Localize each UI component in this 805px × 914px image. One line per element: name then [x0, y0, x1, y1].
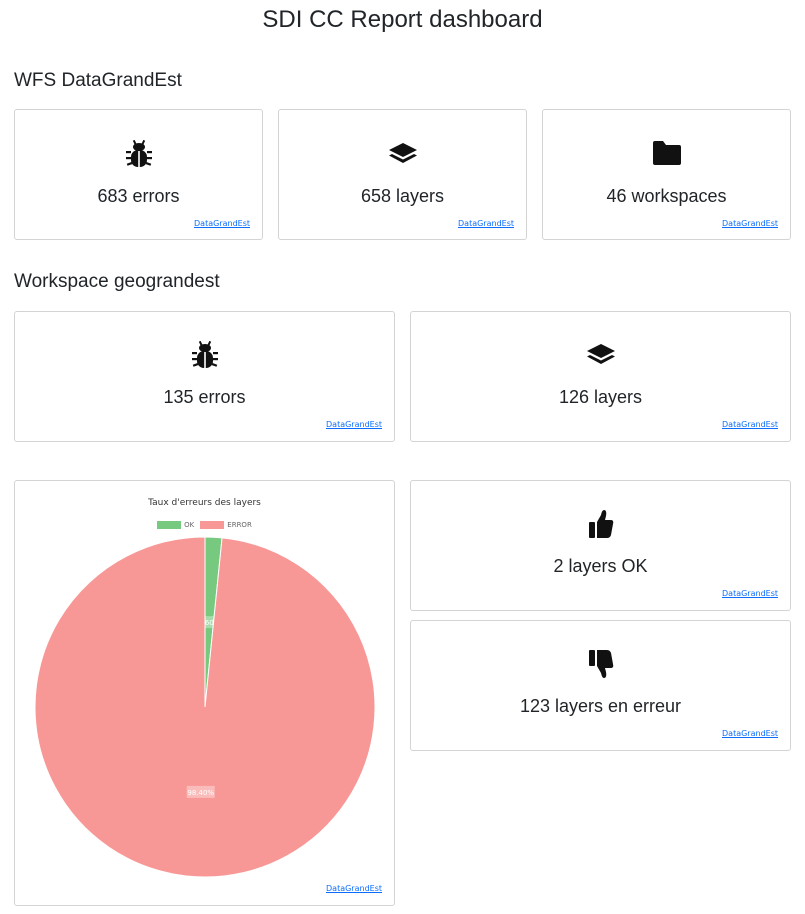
legend-label-error: ERROR	[227, 521, 252, 529]
pie-label-error: 98.40%	[187, 789, 214, 797]
stat-text: 135 errors	[163, 387, 246, 407]
card-layers-error: 123 layers en erreur DataGrandEst	[410, 620, 791, 751]
section-title-workspace: Workspace geograndest	[14, 271, 220, 292]
datagrandest-link[interactable]: DataGrandEst	[722, 420, 778, 429]
card-wfs-layers: 658 layers DataGrandEst	[278, 109, 527, 240]
pie-slice-error[interactable]	[34, 536, 376, 878]
card-workspace-layers: 126 layers DataGrandEst	[410, 311, 791, 442]
card-wfs-errors: 683 errors DataGrandEst	[14, 109, 263, 240]
stat-text: 46 workspaces	[606, 186, 727, 206]
datagrandest-link[interactable]: DataGrandEst	[326, 420, 382, 429]
datagrandest-link[interactable]: DataGrandEst	[458, 219, 514, 228]
page-title: SDI CC Report dashboard	[262, 6, 543, 33]
chart-card: Taux d'erreurs des layers OK ERROR 1.60%…	[14, 480, 395, 906]
section-title-wfs: WFS DataGrandEst	[14, 70, 182, 91]
card-workspace-errors: 135 errors DataGrandEst	[14, 311, 395, 442]
datagrandest-link[interactable]: DataGrandEst	[194, 219, 250, 228]
legend-item-ok[interactable]: OK	[157, 521, 194, 529]
stat-text: 126 layers	[558, 387, 643, 407]
datagrandest-link[interactable]: DataGrandEst	[722, 589, 778, 598]
stat-text: 2 layers OK	[553, 556, 648, 576]
thumbs-down-icon	[411, 649, 790, 679]
bug-icon	[15, 139, 262, 169]
bug-icon	[15, 340, 394, 370]
stat-text: 683 errors	[97, 186, 180, 206]
datagrandest-link[interactable]: DataGrandEst	[722, 219, 778, 228]
datagrandest-link[interactable]: DataGrandEst	[722, 729, 778, 738]
folder-icon	[543, 140, 790, 166]
thumbs-up-icon	[411, 509, 790, 539]
stat-text: 123 layers en erreur	[519, 696, 682, 716]
legend-swatch-error	[200, 521, 225, 529]
stat-text: 658 layers	[360, 186, 445, 206]
legend-item-error[interactable]: ERROR	[200, 521, 252, 529]
chart-legend: OK ERROR	[15, 521, 394, 529]
pie-chart: 1.60%98.40%	[34, 536, 376, 878]
layers-icon	[411, 343, 790, 367]
chart-title: Taux d'erreurs des layers	[148, 498, 261, 508]
layers-icon	[279, 142, 526, 166]
card-wfs-workspaces: 46 workspaces DataGrandEst	[542, 109, 791, 240]
legend-swatch-ok	[157, 521, 182, 529]
card-layers-ok: 2 layers OK DataGrandEst	[410, 480, 791, 611]
legend-label-ok: OK	[184, 521, 195, 529]
datagrandest-link[interactable]: DataGrandEst	[326, 884, 382, 893]
